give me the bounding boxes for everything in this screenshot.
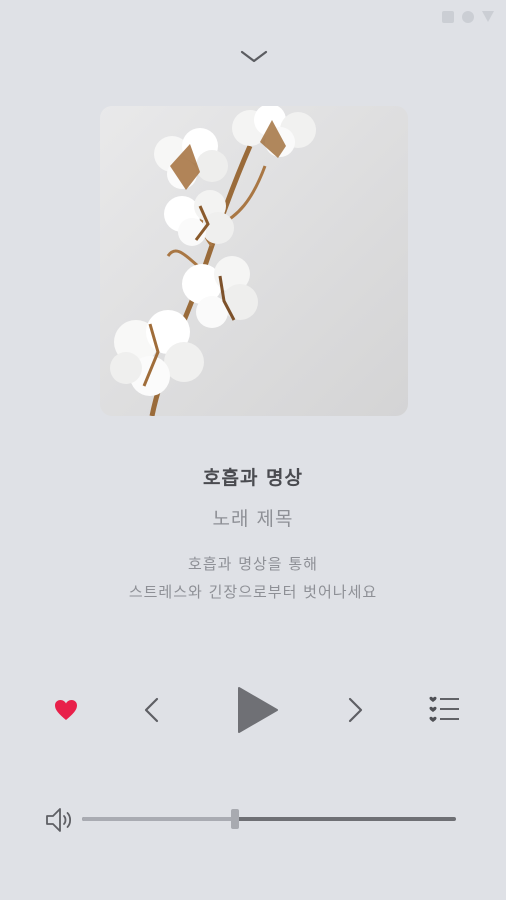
volume-thumb[interactable]	[231, 809, 240, 829]
album-art	[100, 106, 408, 416]
playlist-icon[interactable]	[428, 696, 460, 724]
heart-icon[interactable]	[54, 699, 78, 721]
volume-slider[interactable]	[82, 809, 456, 829]
play-icon[interactable]	[236, 685, 280, 735]
speaker-icon[interactable]	[44, 806, 74, 834]
song-subtitle: 노래 제목	[212, 508, 294, 530]
chevron-right-icon[interactable]	[344, 696, 366, 724]
volume-fill	[82, 817, 236, 821]
status-bar	[442, 11, 494, 23]
chevron-left-icon[interactable]	[141, 696, 163, 724]
triangle-icon	[482, 11, 494, 22]
cotton-branch-image	[110, 106, 316, 416]
circle-icon	[462, 11, 474, 23]
song-title: 호흡과 명상	[202, 467, 303, 489]
chevron-down-icon[interactable]	[238, 46, 270, 68]
description-line-2: 스트레스와 긴장으로부터 벗어나세요	[128, 583, 378, 601]
description-line-1: 호흡과 명상을 통해	[188, 555, 318, 573]
square-icon	[442, 11, 454, 23]
